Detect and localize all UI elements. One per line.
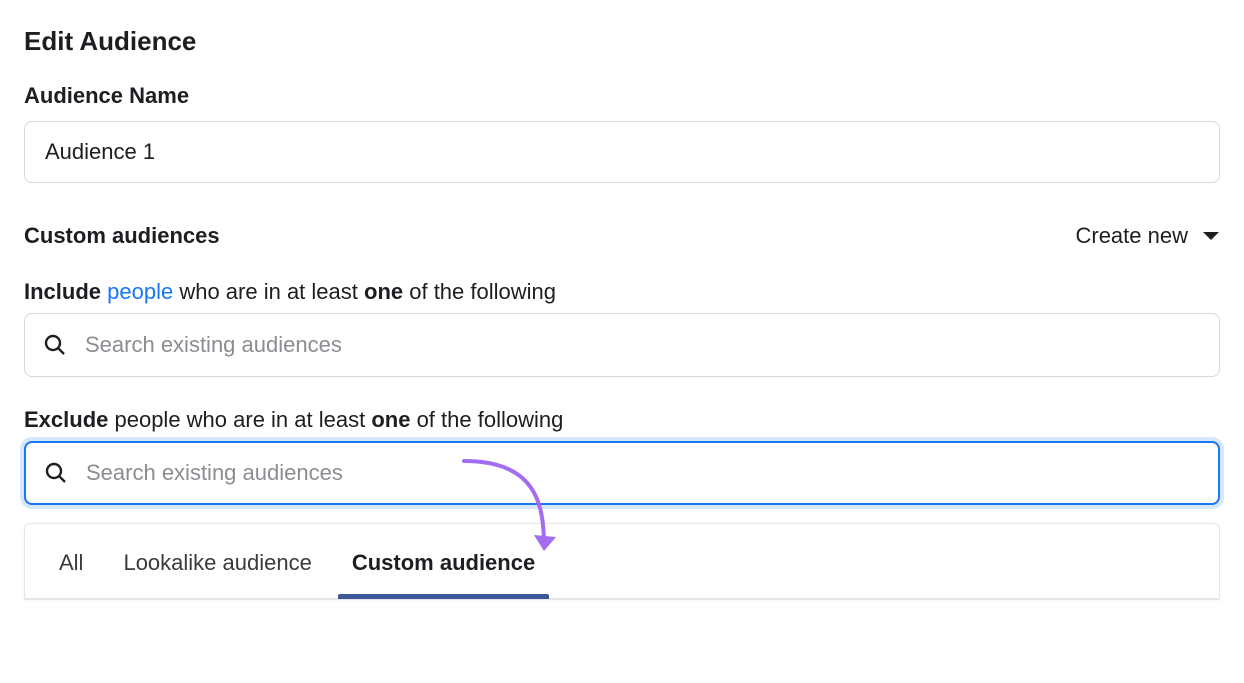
tab-lookalike[interactable]: Lookalike audience [103,530,331,598]
create-new-label: Create new [1075,223,1188,249]
include-one: one [364,279,403,304]
include-mid: who are in at least [173,279,364,304]
search-icon [44,461,68,485]
include-search-input[interactable] [83,331,1201,359]
tab-all[interactable]: All [39,530,103,598]
audience-name-label: Audience Name [24,83,1220,109]
audience-dropdown-tabs: All Lookalike audience Custom audience [25,530,1219,599]
tab-custom[interactable]: Custom audience [332,530,555,598]
exclude-one: one [371,407,410,432]
include-search-box[interactable] [24,313,1220,377]
include-sentence: Include people who are in at least one o… [24,279,1220,305]
include-prefix: Include [24,279,101,304]
custom-audiences-label: Custom audiences [24,223,220,249]
caret-down-icon [1202,230,1220,242]
exclude-search-input[interactable] [84,459,1200,487]
include-people-link[interactable]: people [107,279,173,304]
create-new-dropdown[interactable]: Create new [1075,223,1220,249]
exclude-search-box[interactable] [24,441,1220,505]
audience-name-input[interactable] [24,121,1220,183]
exclude-suffix: of the following [410,407,563,432]
audience-dropdown-panel: All Lookalike audience Custom audience [24,523,1220,600]
exclude-prefix: Exclude [24,407,108,432]
exclude-mid: people who are in at least [108,407,371,432]
exclude-sentence: Exclude people who are in at least one o… [24,407,1220,433]
include-suffix: of the following [403,279,556,304]
search-icon [43,333,67,357]
page-title: Edit Audience [24,26,1220,57]
